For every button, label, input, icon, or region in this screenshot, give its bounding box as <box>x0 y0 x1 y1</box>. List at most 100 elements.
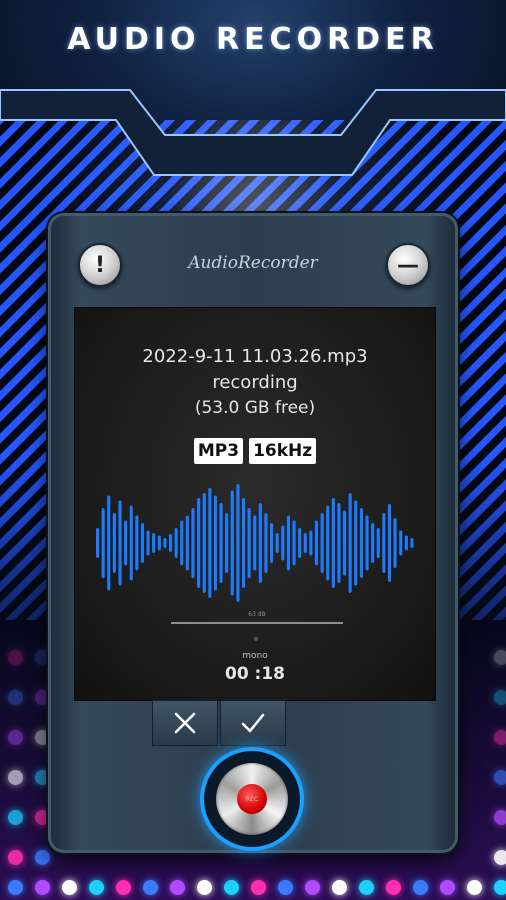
light-dot <box>116 880 131 895</box>
waveform-bar <box>382 513 386 573</box>
waveform-bar <box>219 503 223 583</box>
light-dot <box>494 850 506 865</box>
waveform-bar <box>225 513 229 573</box>
waveform-bar <box>303 533 307 553</box>
waveform-bar <box>314 520 318 566</box>
waveform-bar <box>337 503 341 583</box>
checkmark-icon <box>241 713 265 733</box>
waveform-bar <box>387 504 391 582</box>
waveform-bar <box>135 515 139 571</box>
waveform-bar <box>236 484 240 602</box>
light-dot <box>359 880 374 895</box>
waveform-bar <box>112 513 116 573</box>
waveform-bar <box>320 513 324 573</box>
format-badge: MP3 <box>193 438 244 464</box>
minus-icon: — <box>397 252 419 278</box>
minimize-button[interactable]: — <box>386 243 430 287</box>
waveform-bar <box>264 513 268 573</box>
waveform-bar <box>180 520 184 566</box>
light-dot <box>494 770 506 785</box>
channel-label: mono <box>242 651 268 661</box>
waveform-bar <box>213 495 217 591</box>
light-dot <box>8 880 23 895</box>
waveform-bar <box>399 530 403 556</box>
waveform-bar <box>157 535 161 551</box>
waveform-bar <box>348 493 352 593</box>
record-button[interactable]: REC <box>216 763 288 835</box>
light-dot <box>413 880 428 895</box>
light-dot <box>494 690 506 705</box>
light-dot <box>89 880 104 895</box>
light-dot <box>251 880 266 895</box>
light-dot <box>8 850 23 865</box>
sample-rate-badge: 16kHz <box>249 438 317 464</box>
waveform-bar <box>359 508 363 578</box>
waveform-bar <box>331 498 335 588</box>
light-dot <box>494 810 506 825</box>
light-dot <box>278 880 293 895</box>
light-dot <box>8 730 23 745</box>
waveform-bar <box>96 528 100 558</box>
light-dot <box>143 880 158 895</box>
light-dot <box>8 650 23 665</box>
waveform-bar <box>247 508 251 578</box>
free-space: (53.0 GB free) <box>194 398 316 418</box>
waveform-bar <box>270 523 274 563</box>
light-dot <box>8 690 23 705</box>
waveform-bar <box>371 523 375 563</box>
waveform-bar <box>242 498 246 588</box>
waveform-bar <box>343 510 347 576</box>
light-dot <box>35 850 50 865</box>
light-dot <box>305 880 320 895</box>
waveform-bar <box>163 538 167 548</box>
waveform-bar <box>376 528 380 558</box>
light-dot <box>467 880 482 895</box>
waveform-bar <box>191 508 195 578</box>
light-dot <box>440 880 455 895</box>
waveform-bar <box>275 533 279 553</box>
waveform-bar <box>230 490 234 596</box>
waveform-bar <box>169 534 173 552</box>
level-bar <box>171 622 343 624</box>
waveform-bar <box>202 493 206 593</box>
waveform-bar <box>129 505 133 581</box>
waveform-bar <box>298 528 302 558</box>
light-dot <box>386 880 401 895</box>
level-indicator <box>254 637 258 641</box>
waveform-bar <box>404 535 408 551</box>
light-dot <box>8 770 23 785</box>
waveform-bar <box>197 498 201 588</box>
header-plate <box>0 89 506 176</box>
waveform-bar <box>124 520 128 566</box>
waveform-bar <box>140 523 144 563</box>
confirm-button[interactable] <box>220 700 286 746</box>
waveform-bar <box>365 515 369 571</box>
db-label: 63 dB <box>248 611 266 618</box>
waveform-bar <box>174 528 178 558</box>
waveform-bar <box>146 530 150 556</box>
recording-timer: 00 :18 <box>224 664 286 684</box>
recorder-device: ! AudioRecorder — 2022-9-11 11.03.26.mp3… <box>48 213 458 853</box>
waveform-bar <box>152 533 156 553</box>
file-name: 2022-9-11 11.03.26.mp3 <box>142 346 368 367</box>
waveform-bar <box>286 515 290 571</box>
waveform-bar <box>354 500 358 586</box>
waveform-bar <box>281 525 285 561</box>
record-dot: REC <box>237 784 267 814</box>
recorder-screen: 2022-9-11 11.03.26.mp3 recording (53.0 G… <box>74 307 436 701</box>
waveform-bar <box>309 530 313 556</box>
light-dot <box>62 880 77 895</box>
waveform-bar <box>208 488 212 598</box>
waveform-bar <box>326 505 330 581</box>
waveform-bar <box>258 503 262 583</box>
waveform-bar <box>101 508 105 578</box>
cancel-button[interactable] <box>152 700 218 746</box>
waveform-bar <box>410 538 414 548</box>
waveform-bar <box>393 518 397 568</box>
recording-status: recording <box>212 372 298 393</box>
light-dot <box>197 880 212 895</box>
waveform-bar <box>253 515 257 571</box>
light-dot <box>224 880 239 895</box>
waveform-bar <box>292 520 296 566</box>
light-dot <box>35 880 50 895</box>
